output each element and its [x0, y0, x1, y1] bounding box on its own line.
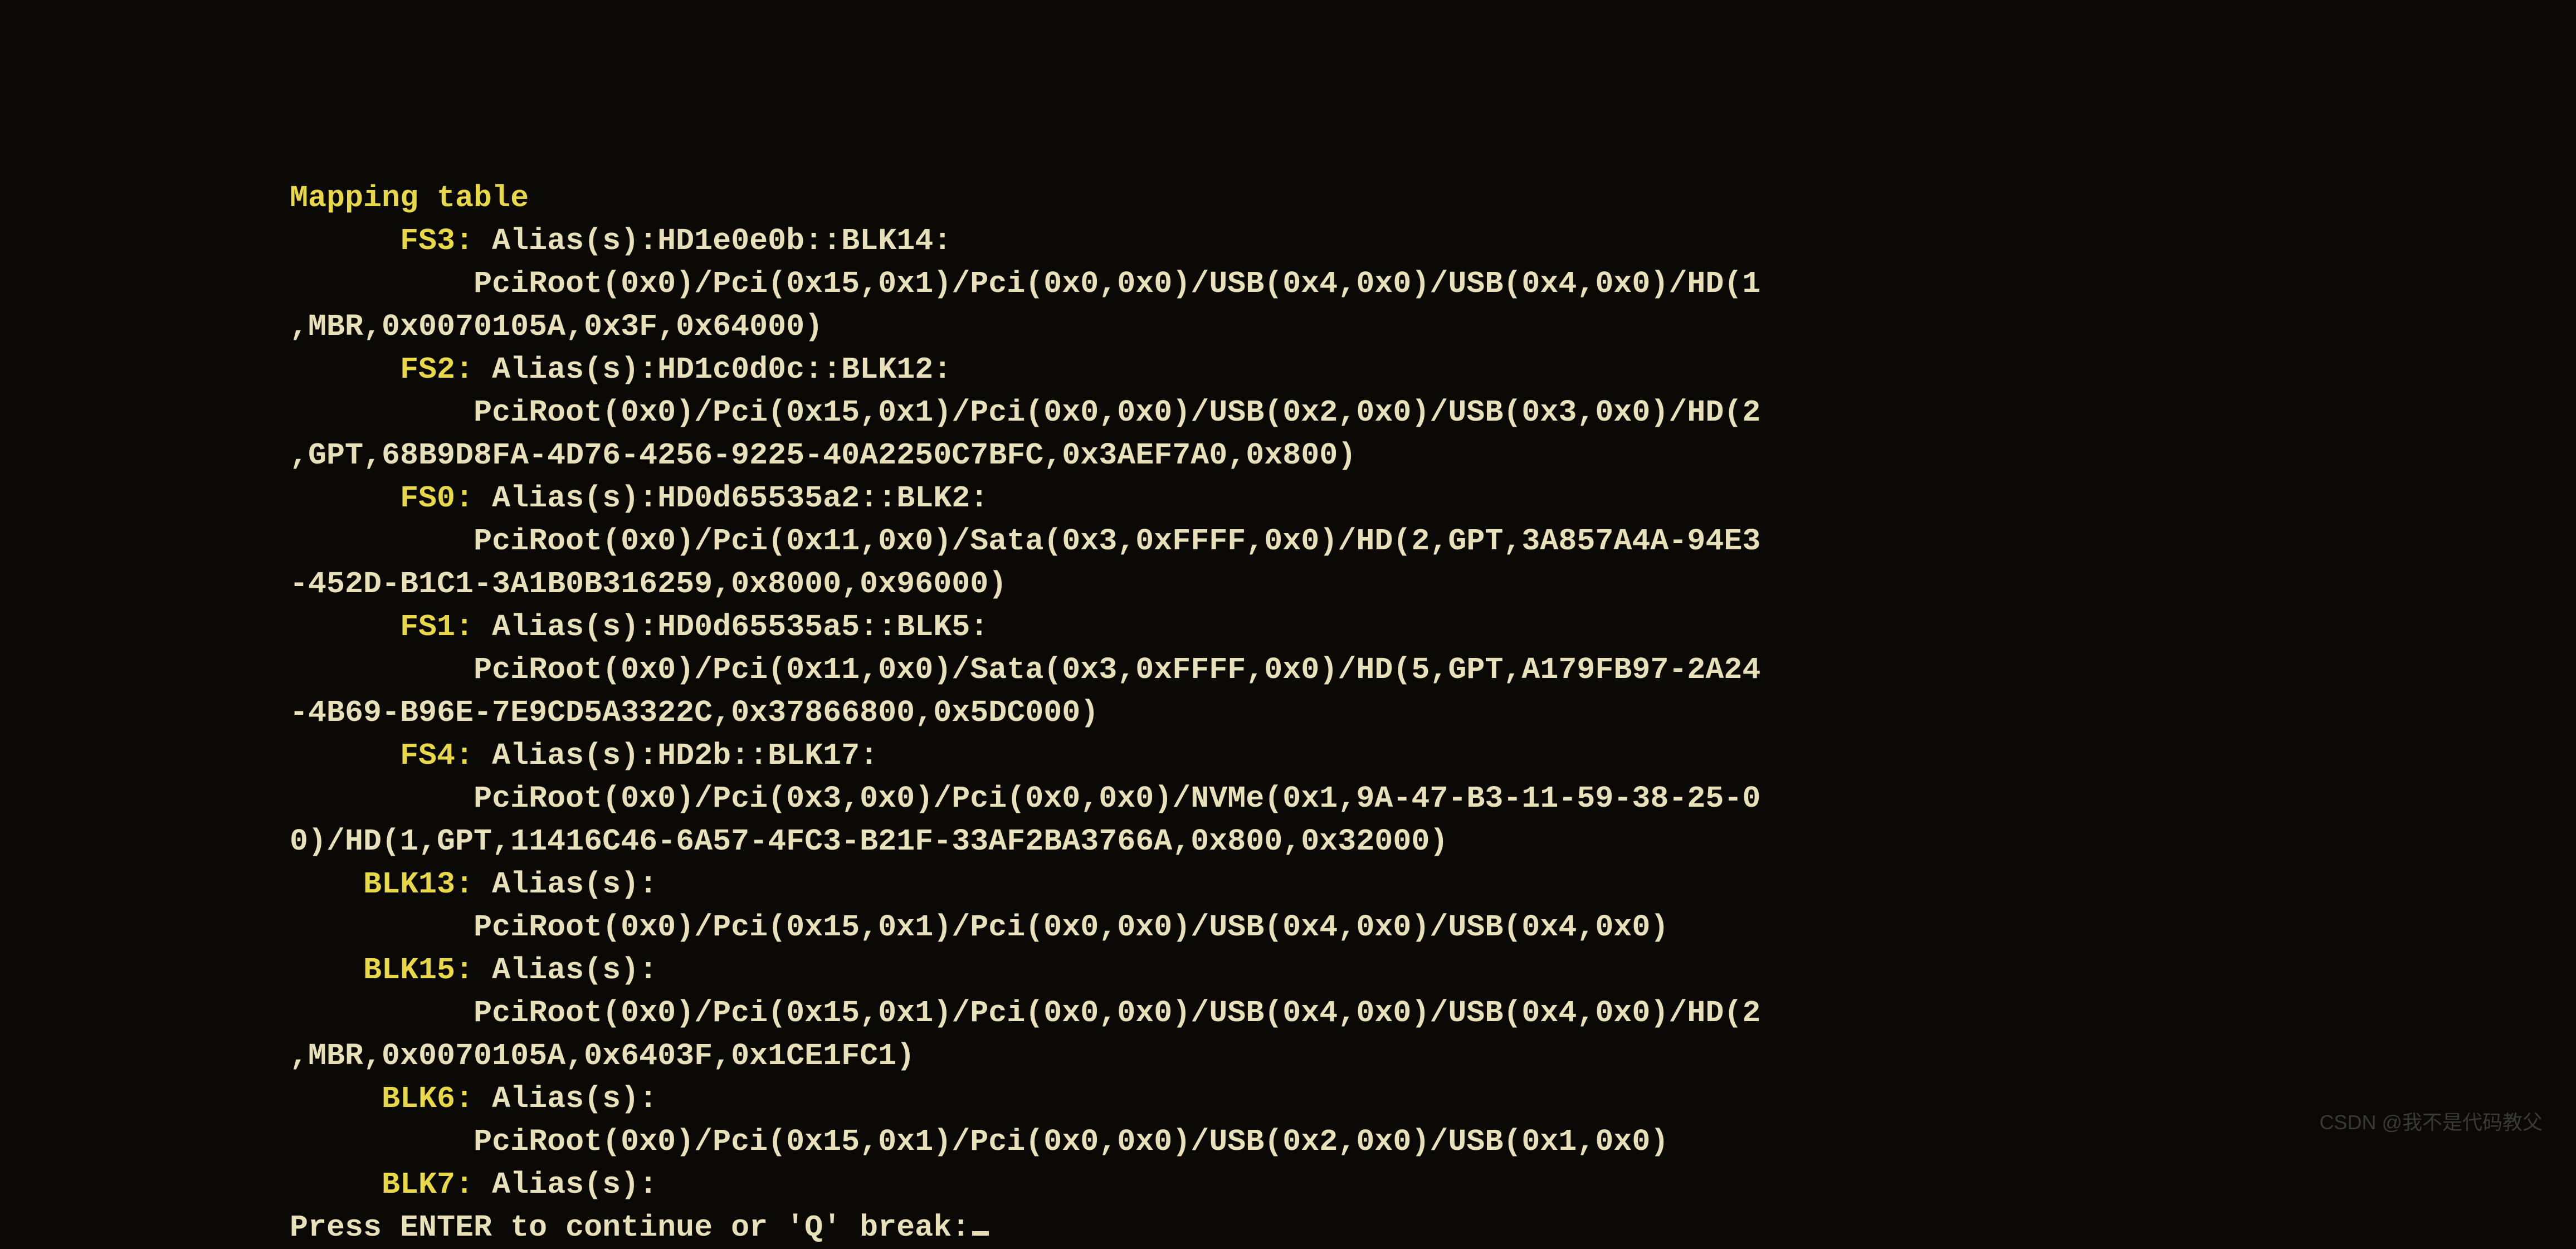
mapping-lines: FS3: Alias(s):HD1e0e0b::BLK14: PciRoot(0… — [290, 219, 1760, 1206]
cursor-icon — [972, 1231, 989, 1236]
efi-shell-output: Mapping table FS3: Alias(s):HD1e0e0b::BL… — [290, 134, 1760, 1249]
watermark-text: CSDN @我不是代码教父 — [2319, 1109, 2543, 1136]
continue-prompt[interactable]: Press ENTER to continue or 'Q' break: — [290, 1210, 970, 1245]
mapping-table-title: Mapping table — [290, 180, 529, 216]
